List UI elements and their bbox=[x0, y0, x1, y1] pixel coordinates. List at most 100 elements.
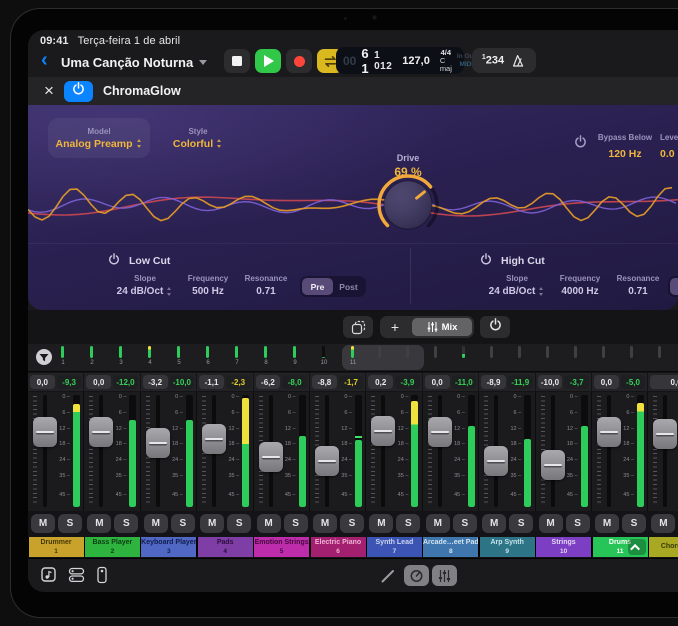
volume-value[interactable]: 0,2 bbox=[368, 375, 393, 389]
style-selector[interactable]: Style Colorful bbox=[158, 118, 238, 158]
volume-value[interactable]: -8,8 bbox=[312, 375, 337, 389]
close-icon[interactable]: × bbox=[44, 83, 54, 99]
track-name-plate[interactable]: Pads4 bbox=[198, 537, 253, 557]
mute-button[interactable]: M bbox=[539, 514, 563, 533]
fader-cap[interactable] bbox=[653, 419, 677, 449]
mute-button[interactable]: M bbox=[257, 514, 281, 533]
track-name-plate[interactable]: Keyboard Player3 bbox=[141, 537, 196, 557]
track-name-plate[interactable]: Drums11 bbox=[593, 537, 648, 557]
high-cut-resonance[interactable]: Resonance0.71 bbox=[612, 274, 664, 297]
drive-knob[interactable] bbox=[373, 167, 443, 241]
fader-cap[interactable] bbox=[202, 424, 226, 454]
bypass-power-icon[interactable] bbox=[574, 135, 587, 153]
mute-button[interactable]: M bbox=[144, 514, 168, 533]
solo-button[interactable]: S bbox=[509, 514, 533, 533]
mute-button[interactable]: M bbox=[313, 514, 337, 533]
fader-cap[interactable] bbox=[259, 442, 283, 472]
mute-button[interactable]: M bbox=[651, 514, 675, 533]
plugin-power-button[interactable] bbox=[64, 81, 93, 102]
back-chevron-icon[interactable]: ‹ bbox=[41, 50, 48, 70]
fader-cap[interactable] bbox=[541, 450, 565, 480]
mute-button[interactable]: M bbox=[87, 514, 111, 533]
track-name-plate[interactable]: Emotion Strings5 bbox=[254, 537, 309, 557]
solo-button[interactable]: S bbox=[396, 514, 420, 533]
channel-strip: 0 –6 –12 –18 –24 –35 –45 – bbox=[536, 392, 592, 511]
mix-tab[interactable]: Mix bbox=[412, 318, 472, 336]
track-name-plate[interactable]: Synth Lead7 bbox=[367, 537, 422, 557]
mute-button[interactable]: M bbox=[595, 514, 619, 533]
fader-cap[interactable] bbox=[484, 446, 508, 476]
track-name-plate[interactable]: Electric Piano6 bbox=[311, 537, 366, 557]
solo-button[interactable]: S bbox=[566, 514, 590, 533]
filter-icon[interactable] bbox=[35, 348, 53, 366]
pencil-tool-icon[interactable] bbox=[94, 566, 110, 584]
lcd-display[interactable]: 00 6 1 1 012 127,0 4/4 C maj In Out MIDI bbox=[336, 47, 464, 74]
mute-button[interactable]: M bbox=[200, 514, 224, 533]
stop-button[interactable] bbox=[224, 49, 250, 73]
fader-cap[interactable] bbox=[33, 417, 57, 447]
pre-segment[interactable]: Pre bbox=[302, 278, 333, 295]
volume-value[interactable]: 0,0 bbox=[650, 375, 678, 389]
collapse-strip-button[interactable] bbox=[628, 539, 646, 555]
track-name-plate[interactable]: Chorus V bbox=[649, 537, 678, 557]
solo-button[interactable]: S bbox=[340, 514, 364, 533]
low-cut-resonance[interactable]: Resonance0.71 bbox=[240, 274, 292, 297]
volume-value[interactable]: -3,2 bbox=[143, 375, 168, 389]
high-cut-frequency[interactable]: Frequency4000 Hz bbox=[552, 274, 608, 297]
low-cut-power-icon[interactable] bbox=[108, 253, 120, 268]
fader-cap[interactable] bbox=[371, 416, 395, 446]
pre-segment[interactable]: Pre bbox=[670, 278, 678, 295]
record-button[interactable] bbox=[286, 49, 312, 73]
volume-value[interactable]: 0,0 bbox=[30, 375, 55, 389]
mute-button[interactable]: M bbox=[482, 514, 506, 533]
fader-cap[interactable] bbox=[315, 446, 339, 476]
fader-cap[interactable] bbox=[89, 417, 113, 447]
track-name-plate[interactable]: Strings10 bbox=[536, 537, 591, 557]
solo-button[interactable]: S bbox=[58, 514, 82, 533]
solo-button[interactable]: S bbox=[284, 514, 308, 533]
solo-button[interactable]: S bbox=[114, 514, 138, 533]
add-track-button[interactable]: + bbox=[380, 319, 410, 335]
high-cut-power-icon[interactable] bbox=[480, 253, 492, 268]
mixer-power-button[interactable] bbox=[480, 316, 510, 338]
controls-view-button[interactable] bbox=[404, 565, 429, 586]
model-selector[interactable]: Model Analog Preamp bbox=[48, 118, 150, 158]
mute-button[interactable]: M bbox=[426, 514, 450, 533]
volume-value[interactable]: -10,0 bbox=[538, 375, 563, 389]
volume-value[interactable]: -8,9 bbox=[481, 375, 506, 389]
fader-cap[interactable] bbox=[146, 428, 170, 458]
track-name-plate[interactable]: Bass Player2 bbox=[85, 537, 140, 557]
track-name-plate[interactable]: Drummer1 bbox=[29, 537, 84, 557]
pencil-icon[interactable] bbox=[380, 568, 396, 584]
post-segment[interactable]: Post bbox=[333, 278, 364, 295]
mute-button[interactable]: M bbox=[369, 514, 393, 533]
count-in-button[interactable]: 1234 bbox=[482, 54, 504, 67]
song-title[interactable]: Uma Canção Noturna bbox=[61, 55, 207, 70]
overview-selection-highlight[interactable] bbox=[342, 345, 424, 370]
level-control[interactable]: Level 0.0 bbox=[660, 127, 678, 160]
solo-button[interactable]: S bbox=[622, 514, 646, 533]
bypass-below-control[interactable]: Bypass Below 120 Hz bbox=[594, 127, 656, 160]
fader-cap[interactable] bbox=[597, 417, 621, 447]
low-cut-frequency[interactable]: Frequency500 Hz bbox=[180, 274, 236, 297]
metronome-icon[interactable] bbox=[512, 54, 526, 68]
volume-value[interactable]: 0,0 bbox=[425, 375, 450, 389]
high-cut-slope[interactable]: Slope 24 dB/Oct bbox=[486, 274, 548, 297]
browser-icon[interactable] bbox=[68, 566, 86, 584]
mixer-view-button[interactable] bbox=[432, 565, 457, 586]
track-name-plate[interactable]: Arp Synth9 bbox=[480, 537, 535, 557]
fader-cap[interactable] bbox=[428, 417, 452, 447]
volume-value[interactable]: 0,0 bbox=[594, 375, 619, 389]
volume-value[interactable]: -6,2 bbox=[256, 375, 281, 389]
low-cut-slope[interactable]: Slope 24 dB/Oct bbox=[114, 274, 176, 297]
mute-button[interactable]: M bbox=[31, 514, 55, 533]
track-name-plate[interactable]: Arcade…eet Pad8 bbox=[423, 537, 478, 557]
solo-button[interactable]: S bbox=[171, 514, 195, 533]
solo-button[interactable]: S bbox=[453, 514, 477, 533]
loop-browser-icon[interactable] bbox=[40, 566, 58, 584]
duplicate-button[interactable] bbox=[343, 316, 373, 338]
play-button[interactable] bbox=[255, 49, 281, 73]
solo-button[interactable]: S bbox=[227, 514, 251, 533]
volume-value[interactable]: 0,0 bbox=[86, 375, 111, 389]
volume-value[interactable]: -1,1 bbox=[199, 375, 224, 389]
